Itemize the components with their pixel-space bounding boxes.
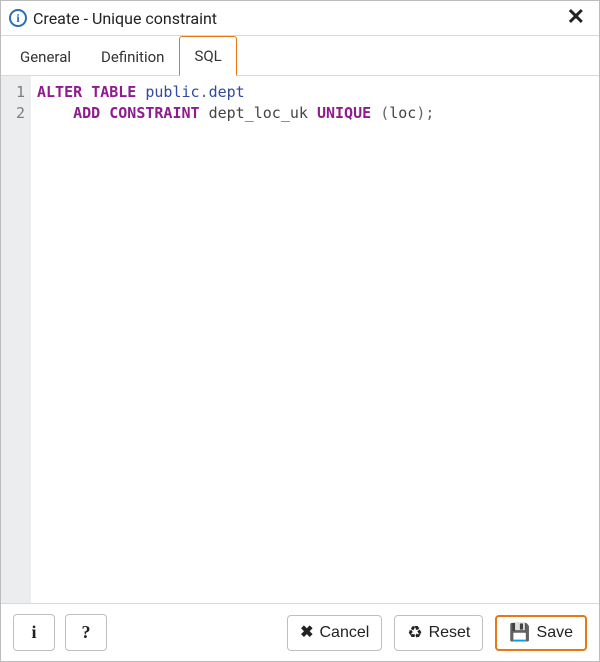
save-icon: 💾 <box>509 624 530 641</box>
info-icon: i <box>9 9 27 27</box>
code-area[interactable]: ALTER TABLE public.dept ADD CONSTRAINT d… <box>31 76 599 603</box>
close-icon: ✕ <box>567 7 585 29</box>
tab-sql[interactable]: SQL <box>179 36 236 76</box>
footer-left-group: i ? <box>13 614 107 651</box>
save-label: Save <box>537 624 573 642</box>
tok-ident: public <box>145 83 199 101</box>
tab-strip: General Definition SQL <box>1 36 599 76</box>
help-icon: ? <box>82 622 91 643</box>
dialog-titlebar: i Create - Unique constraint ✕ <box>1 1 599 36</box>
save-button[interactable]: 💾 Save <box>495 615 587 651</box>
line-number: 1 <box>1 82 25 103</box>
tab-definition[interactable]: Definition <box>86 37 179 76</box>
help-button[interactable]: ? <box>65 614 107 651</box>
tab-general[interactable]: General <box>5 37 86 76</box>
code-line: ADD CONSTRAINT dept_loc_uk UNIQUE (loc); <box>37 104 434 122</box>
tok-keyword: UNIQUE <box>317 104 371 122</box>
tok-keyword: ADD <box>73 104 100 122</box>
tok-punct: ( <box>380 104 389 122</box>
sql-info-button[interactable]: i <box>13 614 55 651</box>
tok-punct: . <box>200 83 209 101</box>
line-gutter: 1 2 <box>1 76 31 603</box>
create-unique-constraint-dialog: i Create - Unique constraint ✕ General D… <box>0 0 600 662</box>
tok-keyword: ALTER <box>37 83 82 101</box>
cancel-button[interactable]: ✖ Cancel <box>287 615 382 651</box>
tok-punct: ); <box>416 104 434 122</box>
dialog-title: Create - Unique constraint <box>33 9 563 28</box>
sql-editor[interactable]: 1 2 ALTER TABLE public.dept ADD CONSTRAI… <box>1 76 599 603</box>
code-line: ALTER TABLE public.dept <box>37 83 245 101</box>
info-icon: i <box>31 622 36 643</box>
tok-indent <box>37 104 73 122</box>
dialog-footer: i ? ✖ Cancel ♻ Reset 💾 Save <box>1 603 599 661</box>
reset-button[interactable]: ♻ Reset <box>394 615 483 651</box>
tok-name: dept_loc_uk <box>209 104 308 122</box>
line-number: 2 <box>1 103 25 124</box>
tok-ident: dept <box>209 83 245 101</box>
close-button[interactable]: ✕ <box>563 7 589 29</box>
tok-keyword: CONSTRAINT <box>109 104 199 122</box>
tok-keyword: TABLE <box>91 83 136 101</box>
cancel-label: Cancel <box>320 624 370 642</box>
cancel-icon: ✖ <box>300 625 313 641</box>
footer-right-group: ✖ Cancel ♻ Reset 💾 Save <box>287 615 587 651</box>
tok-col: loc <box>389 104 416 122</box>
reset-label: Reset <box>429 624 471 642</box>
reset-icon: ♻ <box>407 624 422 641</box>
